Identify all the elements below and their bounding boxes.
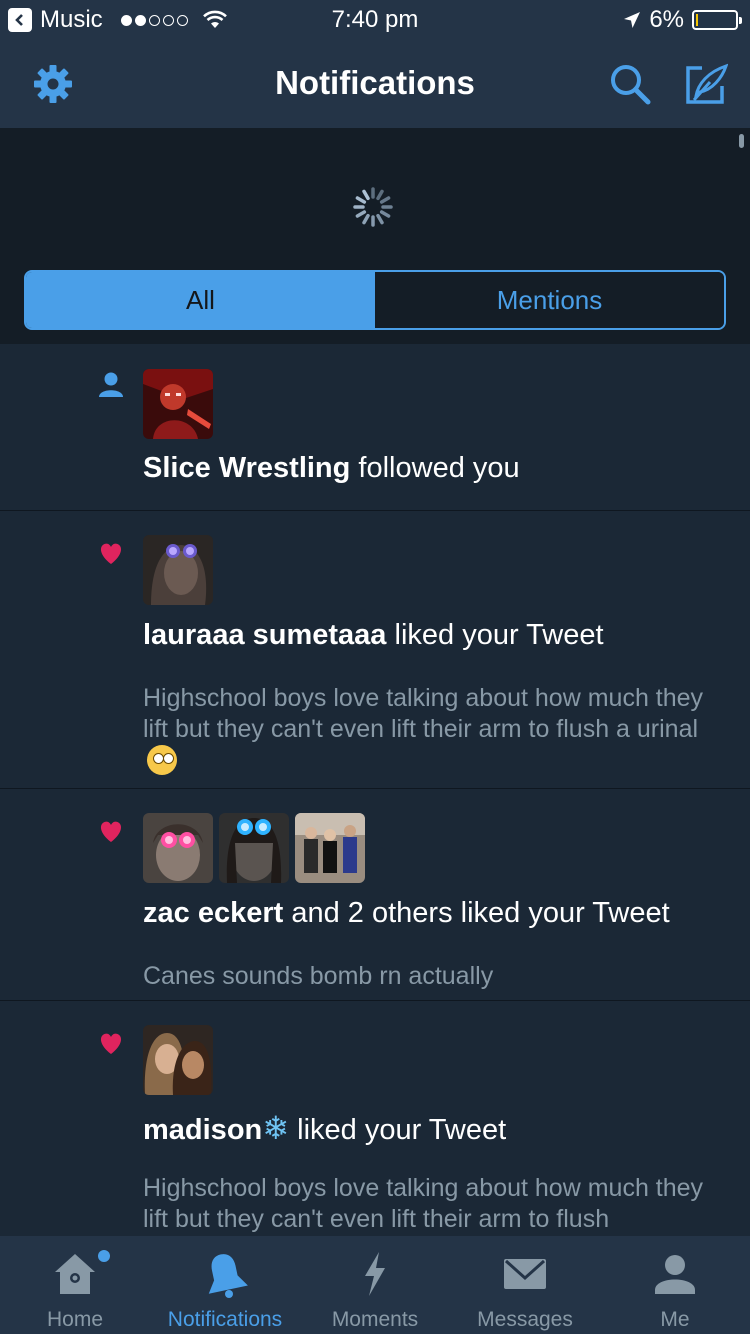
battery-icon xyxy=(692,10,742,30)
tweet-preview-text[interactable]: Canes sounds bomb rn actually xyxy=(143,961,733,992)
avatar-group xyxy=(143,369,213,439)
avatar[interactable] xyxy=(143,369,213,439)
tab-bar: Home Notifications Moments Messages Me xyxy=(0,1236,750,1334)
person-icon xyxy=(99,372,123,397)
notification-action: liked your Tweet xyxy=(289,1114,507,1146)
avatar-group xyxy=(143,535,213,605)
user-name[interactable]: zac eckert xyxy=(143,897,283,929)
avatar-group xyxy=(143,813,365,883)
notification-item[interactable]: zac eckert and 2 others liked your Tweet… xyxy=(0,789,750,1001)
avatar[interactable] xyxy=(295,813,365,883)
status-bar: Music 7:40 pm 6% xyxy=(0,0,750,40)
notification-headline: zac eckert and 2 others liked your Tweet xyxy=(143,897,670,930)
tab-home[interactable]: Home xyxy=(0,1236,150,1334)
tweet-preview-text[interactable]: Highschool boys love talking about how m… xyxy=(143,1173,733,1235)
bell-icon xyxy=(208,1254,248,1298)
notifications-list: Slice Wrestling followed you lauraaa sum… xyxy=(0,344,750,1236)
tab-label: Notifications xyxy=(167,1308,283,1331)
battery-percent: 6% xyxy=(649,6,684,33)
envelope-icon xyxy=(504,1259,546,1289)
notification-action: liked your Tweet xyxy=(386,619,604,651)
heart-icon xyxy=(100,821,122,842)
notification-headline: madison❄ liked your Tweet xyxy=(143,1109,506,1147)
segment-mentions[interactable]: Mentions xyxy=(375,272,724,328)
eye-roll-emoji-icon xyxy=(147,745,177,775)
location-arrow-icon xyxy=(624,12,641,28)
lightning-icon xyxy=(365,1252,385,1296)
notification-headline: lauraaa sumetaaa liked your Tweet xyxy=(143,619,604,652)
nav-bar: Notifications xyxy=(0,40,750,128)
notification-headline: Slice Wrestling followed you xyxy=(143,452,520,485)
avatar[interactable] xyxy=(219,813,289,883)
tab-moments[interactable]: Moments xyxy=(300,1236,450,1334)
notification-filter-segmented-control: All Mentions xyxy=(24,270,726,330)
scroll-indicator xyxy=(739,134,744,148)
avatar[interactable] xyxy=(143,813,213,883)
loading-spinner-icon xyxy=(353,187,393,227)
snowflake-emoji-icon: ❄ xyxy=(262,1110,290,1146)
pull-to-refresh-area: All Mentions xyxy=(0,128,750,344)
notification-item[interactable]: madison❄ liked your Tweet Highschool boy… xyxy=(0,1001,750,1236)
tab-notifications[interactable]: Notifications xyxy=(150,1236,300,1334)
tab-me[interactable]: Me xyxy=(600,1236,750,1334)
tab-label: Messages xyxy=(477,1308,573,1331)
avatar[interactable] xyxy=(143,535,213,605)
segment-all[interactable]: All xyxy=(26,272,375,328)
notification-action: followed you xyxy=(350,452,520,484)
avatar-group xyxy=(143,1025,213,1095)
avatar[interactable] xyxy=(143,1025,213,1095)
search-icon[interactable] xyxy=(608,62,652,106)
new-content-dot xyxy=(98,1250,110,1262)
home-icon xyxy=(55,1254,95,1294)
tab-label: Me xyxy=(660,1308,690,1331)
status-right: 6% xyxy=(623,6,742,34)
tab-label: Home xyxy=(46,1308,104,1331)
notification-item[interactable]: lauraaa sumetaaa liked your Tweet Highsc… xyxy=(0,511,750,789)
tab-messages[interactable]: Messages xyxy=(450,1236,600,1334)
user-name[interactable]: Slice Wrestling xyxy=(143,452,350,484)
user-name[interactable]: lauraaa sumetaaa xyxy=(143,619,386,651)
heart-icon xyxy=(100,1033,122,1054)
notification-action: and 2 others liked your Tweet xyxy=(283,897,670,929)
tab-label: Moments xyxy=(331,1308,419,1331)
tweet-text: Highschool boys love talking about how m… xyxy=(143,684,704,743)
notification-item[interactable]: Slice Wrestling followed you xyxy=(0,344,750,511)
compose-icon[interactable] xyxy=(684,62,728,106)
heart-icon xyxy=(100,543,122,564)
profile-icon xyxy=(655,1255,695,1294)
user-name[interactable]: madison xyxy=(143,1114,262,1146)
tweet-preview-text[interactable]: Highschool boys love talking about how m… xyxy=(143,683,733,777)
